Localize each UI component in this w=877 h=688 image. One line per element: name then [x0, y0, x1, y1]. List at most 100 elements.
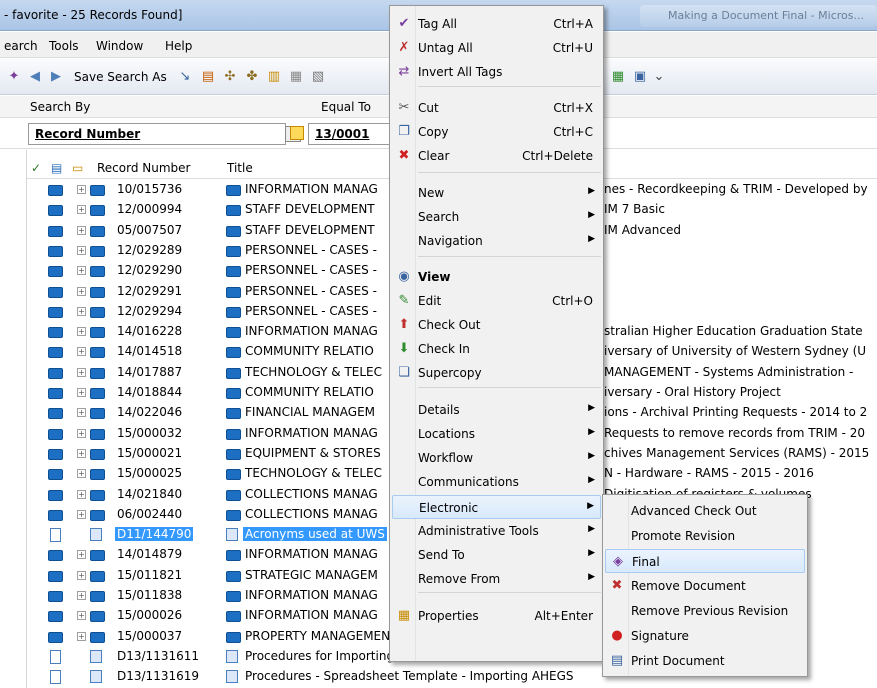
menu-item-send-to[interactable]: Send To ▶	[392, 543, 601, 567]
folder-icon	[226, 408, 241, 420]
menu-item-label: Untag All	[418, 41, 473, 55]
record-number-cell: 12/029290	[117, 263, 183, 278]
document-icon[interactable]: ▤	[200, 69, 216, 85]
expand-icon[interactable]: +	[77, 509, 86, 519]
menu-item-electronic[interactable]: Electronic ▶	[392, 495, 601, 519]
menu-item-copy[interactable]: ❐ Copy Ctrl+C	[392, 120, 601, 144]
menu-item-properties[interactable]: ▦ Properties Alt+Enter	[392, 604, 601, 628]
submenu-item-remove-previous-revision[interactable]: Remove Previous Revision	[605, 599, 805, 623]
expand-icon[interactable]: +	[77, 327, 86, 337]
back-icon[interactable]: ◀	[27, 69, 43, 85]
menu-item-untag-all[interactable]: ✗ Untag All Ctrl+U	[392, 36, 601, 60]
submenu-item-print-document[interactable]: ▤ Print Document	[605, 649, 805, 673]
submenu-arrow-icon: ▶	[588, 451, 595, 461]
record-number-cell: 15/000026	[117, 608, 183, 623]
search-field-select[interactable]: Record Number ▼	[28, 123, 301, 145]
expand-icon[interactable]: +	[77, 367, 86, 377]
expand-icon[interactable]: +	[77, 185, 86, 194]
expand-icon[interactable]: +	[77, 286, 86, 296]
menu-item-shortcut: Alt+Enter	[534, 609, 593, 623]
menu-item-check-in[interactable]: ⬇ Check In	[392, 337, 601, 361]
chart-icon[interactable]: ▥	[266, 69, 282, 85]
expand-icon[interactable]: +	[77, 388, 86, 397]
expand-icon[interactable]: +	[77, 428, 86, 438]
menu-item-label: Tag All	[418, 17, 458, 31]
expand-icon[interactable]: +	[77, 591, 86, 600]
save-search-button[interactable]: Save Search As	[74, 70, 167, 84]
print-icon[interactable]: ▦	[288, 69, 304, 85]
menu-item-check-out[interactable]: ⬆ Check Out	[392, 313, 601, 337]
expand-icon[interactable]: +	[77, 469, 86, 479]
menu-item-communications[interactable]: Communications ▶	[392, 470, 601, 494]
expand-icon[interactable]: +	[77, 225, 86, 235]
menu-window[interactable]: Window	[96, 39, 143, 53]
properties-icon[interactable]: ✤	[244, 69, 260, 85]
folder-icon	[48, 367, 63, 379]
word-document-icon	[90, 670, 102, 684]
menu-item-locations[interactable]: Locations ▶	[392, 422, 601, 446]
record-number-cell: D13/1131611	[117, 648, 199, 663]
action-icon[interactable]: ✣	[222, 69, 238, 85]
save-search-icon[interactable]: ↘	[177, 69, 193, 85]
expand-icon[interactable]: +	[77, 408, 86, 418]
background-window-tab[interactable]: Making a Document Final - Micros...	[640, 5, 877, 27]
menu-item-supercopy[interactable]: ❏ Supercopy	[392, 361, 601, 385]
menu-item-invert-all-tags[interactable]: ⇄ Invert All Tags	[392, 60, 601, 84]
folder-column-icon[interactable]: ▭	[72, 161, 83, 175]
title-cell: TECHNOLOGY & TELEC	[245, 364, 383, 379]
menu-item-remove-from[interactable]: Remove From ▶	[392, 567, 601, 591]
menu-item-label: Communications	[418, 475, 519, 489]
submenu-item-final[interactable]: ◈ Final	[605, 549, 805, 573]
tag-column-icon[interactable]: ✓	[31, 161, 41, 175]
folder-icon	[90, 509, 105, 521]
expand-icon[interactable]: +	[77, 266, 86, 276]
expand-icon[interactable]: +	[77, 245, 86, 255]
submenu-item-signature[interactable]: ● Signature	[605, 624, 805, 648]
submenu-item-advanced-check-out[interactable]: Advanced Check Out	[605, 499, 805, 523]
spreadsheet-icon[interactable]: ▦	[610, 69, 626, 85]
expand-icon[interactable]: +	[77, 631, 86, 641]
record-number-column-header[interactable]: Record Number	[97, 161, 190, 175]
expand-icon[interactable]: +	[77, 306, 86, 316]
expand-icon[interactable]: +	[77, 448, 86, 458]
menu-help[interactable]: Help	[165, 39, 192, 53]
title-column-header[interactable]: Title	[227, 161, 253, 175]
menu-item-search[interactable]: Search ▶	[392, 205, 601, 229]
forward-icon[interactable]: ▶	[48, 69, 64, 85]
type-column-icon[interactable]: ▤	[51, 161, 62, 175]
folder-icon	[226, 428, 241, 440]
title-overflow-text: stralian Higher Education Graduation Sta…	[604, 324, 863, 339]
report-icon[interactable]: ▧	[310, 69, 326, 85]
wand-icon[interactable]: ✦	[6, 69, 22, 85]
expand-icon[interactable]: +	[77, 570, 86, 580]
word-document-icon	[226, 670, 238, 684]
record-number-cell: 10/015736	[117, 182, 183, 196]
submenu-item-remove-document[interactable]: ✖ Remove Document	[605, 574, 805, 598]
menu-item-view[interactable]: ◉ View	[392, 265, 601, 289]
word-document-icon	[90, 528, 102, 542]
search-option-button[interactable]	[290, 126, 304, 140]
menu-item-clear[interactable]: ✖ Clear Ctrl+Delete	[392, 144, 601, 168]
menu-item-workflow[interactable]: Workflow ▶	[392, 446, 601, 470]
menu-item-shortcut: Ctrl+C	[553, 125, 593, 139]
expand-icon[interactable]: +	[77, 489, 86, 499]
menu-item-details[interactable]: Details ▶	[392, 398, 601, 422]
expand-icon[interactable]: +	[77, 611, 86, 621]
menu-search[interactable]: earch	[4, 39, 38, 53]
expand-icon[interactable]: +	[77, 347, 86, 357]
menu-item-edit[interactable]: ✎ Edit Ctrl+O	[392, 289, 601, 313]
view-pane-icon[interactable]: ▣	[632, 69, 648, 85]
expand-icon[interactable]: +	[77, 550, 86, 560]
expand-icon[interactable]: +	[77, 205, 86, 215]
menu-item-administrative-tools[interactable]: Administrative Tools ▶	[392, 519, 601, 543]
menu-item-tag-all[interactable]: ✔ Tag All Ctrl+A	[392, 12, 601, 36]
folder-icon	[226, 388, 241, 399]
submenu-item-promote-revision[interactable]: Promote Revision	[605, 524, 805, 548]
menu-item-navigation[interactable]: Navigation ▶	[392, 229, 601, 253]
folder-icon	[90, 286, 105, 298]
menu-item-new[interactable]: New ▶	[392, 181, 601, 205]
toolbar-overflow-icon[interactable]: ⌄	[651, 69, 667, 85]
folder-icon	[226, 185, 241, 196]
menu-tools[interactable]: Tools	[49, 39, 79, 53]
menu-item-cut[interactable]: ✂ Cut Ctrl+X	[392, 96, 601, 120]
